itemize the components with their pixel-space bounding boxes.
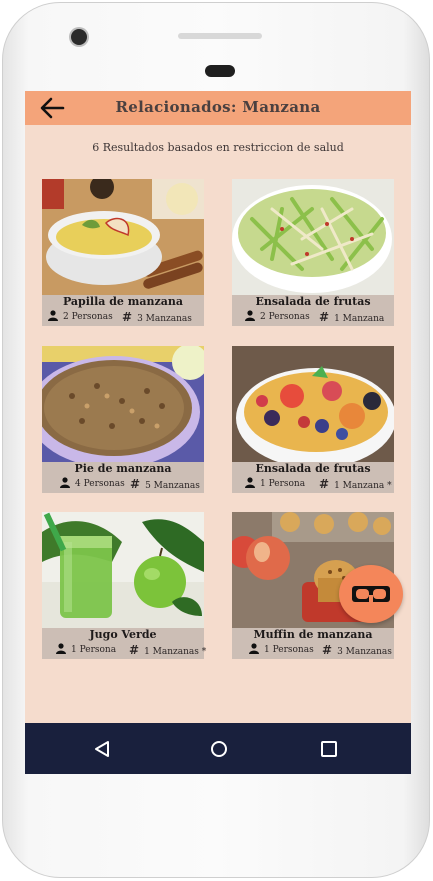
ar-glasses-button[interactable] [339,565,403,623]
recipe-card[interactable]: Jugo Verde 1 Persona #1 Manzanas * [42,512,206,659]
recipe-name: Muffin de manzana [253,628,373,641]
apple-count: #3 Manzanas [122,310,192,324]
servings-label: 1 Personas [264,645,314,655]
recipe-image [42,346,204,462]
recipe-image [232,179,394,295]
hash-icon: # [322,643,333,657]
servings-label: 1 Persona [260,479,306,489]
apple-count-label: 1 Manzana * [334,481,392,491]
person-icon [249,643,259,654]
apple-count-label: 5 Manzanas [145,481,200,491]
recipe-name: Jugo Verde [89,628,157,641]
recipe-card[interactable]: Papilla de manzana 2 Personas #3 Manzana… [42,179,204,326]
apple-count: #1 Manzana [319,310,384,324]
apple-count-label: 3 Manzanas [337,647,392,657]
page-title: Relacionados: Manzana [115,98,321,116]
apple-count: #1 Manzana * [319,477,392,491]
nav-recent-icon[interactable] [320,740,338,758]
hash-icon: # [129,643,140,657]
recipe-image [42,179,204,295]
recipe-image [42,512,204,628]
servings-label: 2 Personas [260,312,310,322]
servings-label: 4 Personas [75,479,125,489]
apple-count: #3 Manzanas [322,643,392,657]
hash-icon: # [130,477,141,491]
recipe-name: Pie de manzana [74,462,172,475]
apple-count-label: 3 Manzanas [137,314,192,324]
person-icon [245,477,255,488]
earpiece-speaker [178,33,262,39]
recipe-name: Ensalada de frutas [255,462,371,475]
servings: 1 Personas [249,643,314,655]
servings: 1 Persona [56,643,116,655]
hash-icon: # [319,477,330,491]
person-icon [48,310,58,321]
recipe-card[interactable]: Ensalada de frutas 2 Personas #1 Manzana [232,179,394,326]
servings-label: 1 Persona [71,645,117,655]
apple-count: #1 Manzanas * [129,643,206,657]
proximity-sensor [205,65,235,77]
recipe-name: Ensalada de frutas [255,295,371,308]
servings: 1 Persona [245,477,305,489]
apple-count-label: 1 Manzanas * [144,647,207,657]
results-summary: 6 Resultados basados en restriccion de s… [92,141,344,154]
servings: 2 Personas [48,310,113,322]
app-screen: Relacionados: Manzana 6 Resultados basad… [25,91,411,774]
person-icon [56,643,66,654]
servings: 4 Personas [60,477,125,489]
hash-icon: # [319,310,330,324]
nav-back-icon[interactable] [93,740,111,758]
glasses-icon [352,586,390,602]
recipe-image [232,346,394,462]
hash-icon: # [122,310,133,324]
recipe-name: Papilla de manzana [62,295,184,308]
front-camera [71,29,87,45]
apple-count: #5 Manzanas [130,477,200,491]
recipe-card[interactable]: Pie de manzana 4 Personas #5 Manzanas [42,346,204,493]
servings: 2 Personas [245,310,310,322]
system-nav-bar [25,723,411,774]
person-icon [60,477,70,488]
nav-home-icon[interactable] [210,740,228,758]
servings-label: 2 Personas [63,312,113,322]
recipe-card[interactable]: Ensalada de frutas 1 Persona #1 Manzana … [232,346,394,493]
person-icon [245,310,255,321]
apple-count-label: 1 Manzana [334,314,385,324]
app-bar: Relacionados: Manzana [25,91,411,125]
